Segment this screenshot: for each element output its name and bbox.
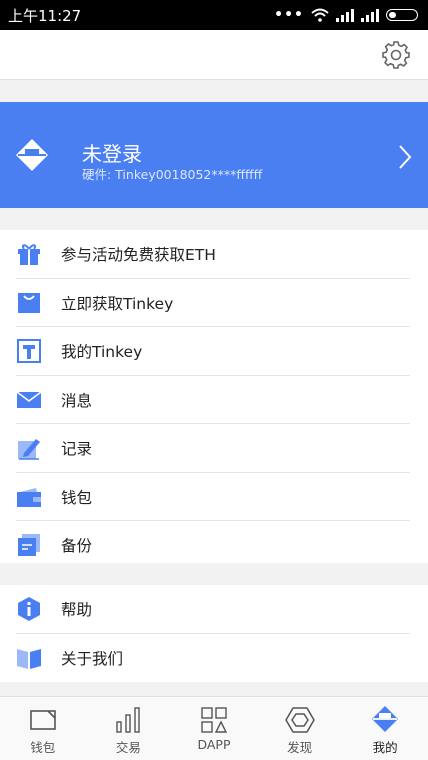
- menu-label: 钱包: [61, 488, 93, 507]
- tab-label: 钱包: [30, 740, 56, 755]
- signal-icon-2: [361, 8, 379, 22]
- menu-label: 消息: [61, 391, 93, 410]
- chevron-right-icon: [399, 145, 412, 169]
- menu-item-help[interactable]: 帮助: [0, 585, 428, 634]
- help-icon: [18, 597, 40, 622]
- menu-label: 帮助: [61, 601, 93, 620]
- tinkey-device-icon: [17, 339, 41, 364]
- menu-group-main: 参与活动免费获取ETH 立即获取Tinkey 我的Tinkey 消息 记录 钱包…: [0, 230, 428, 563]
- hexagon-icon: [284, 707, 315, 733]
- menu-label: 备份: [61, 537, 93, 556]
- hardware-id: 硬件: Tinkey0018052****ffffff: [82, 167, 263, 182]
- book-icon: [17, 648, 41, 669]
- menu-item-about[interactable]: 关于我们: [0, 634, 428, 683]
- tab-mine[interactable]: 我的: [342, 697, 428, 760]
- tab-discover[interactable]: 发现: [257, 697, 343, 760]
- profile-logo-icon: [372, 706, 399, 732]
- tinkey-logo-icon: [16, 139, 48, 171]
- menu-label: 记录: [61, 440, 93, 459]
- tab-trade[interactable]: 交易: [86, 697, 172, 760]
- tab-wallet[interactable]: 钱包: [0, 697, 86, 760]
- account-card[interactable]: 未登录 硬件: Tinkey0018052****ffffff: [0, 102, 428, 208]
- status-icons: •••: [274, 7, 418, 23]
- menu-item-get-tinkey[interactable]: 立即获取Tinkey: [0, 279, 428, 327]
- shopping-bag-icon: [18, 292, 40, 313]
- wallet-tab-icon: [29, 710, 56, 730]
- status-time: 上午11:27: [8, 6, 82, 25]
- menu-item-eth-activity[interactable]: 参与活动免费获取ETH: [0, 230, 428, 279]
- wifi-icon: [311, 8, 329, 22]
- tab-label: 发现: [287, 740, 313, 755]
- login-status: 未登录: [82, 142, 142, 166]
- menu-item-records[interactable]: 记录: [0, 424, 428, 473]
- more-dots: •••: [274, 7, 304, 23]
- mail-icon: [16, 391, 42, 408]
- menu-group-secondary: 帮助 关于我们: [0, 585, 428, 682]
- menu-label: 关于我们: [61, 649, 124, 668]
- top-bar: [0, 30, 428, 80]
- tab-label: DAPP: [197, 737, 231, 752]
- battery-icon: [386, 9, 418, 21]
- menu-item-my-tinkey[interactable]: 我的Tinkey: [0, 327, 428, 376]
- tab-label: 我的: [372, 740, 398, 755]
- menu-item-wallet[interactable]: 钱包: [0, 473, 428, 521]
- wallet-icon: [17, 487, 41, 507]
- menu-item-messages[interactable]: 消息: [0, 376, 428, 424]
- bottom-tab-bar: 钱包 交易 DAPP 发现 我的: [0, 696, 428, 760]
- backup-icon: [18, 534, 40, 557]
- tab-dapp[interactable]: DAPP: [171, 697, 257, 760]
- menu-label: 立即获取Tinkey: [61, 294, 174, 313]
- menu-label: 参与活动免费获取ETH: [61, 246, 216, 265]
- gear-icon[interactable]: [381, 40, 411, 70]
- menu-label: 我的Tinkey: [61, 343, 143, 362]
- tab-label: 交易: [115, 740, 141, 755]
- gift-icon: [18, 244, 40, 266]
- pen-record-icon: [18, 439, 40, 461]
- bar-chart-icon: [116, 707, 141, 733]
- menu-item-backup[interactable]: 备份: [0, 521, 428, 570]
- signal-icon: [336, 8, 354, 22]
- dapp-grid-icon: [201, 707, 228, 733]
- status-bar: 上午11:27 •••: [0, 0, 428, 30]
